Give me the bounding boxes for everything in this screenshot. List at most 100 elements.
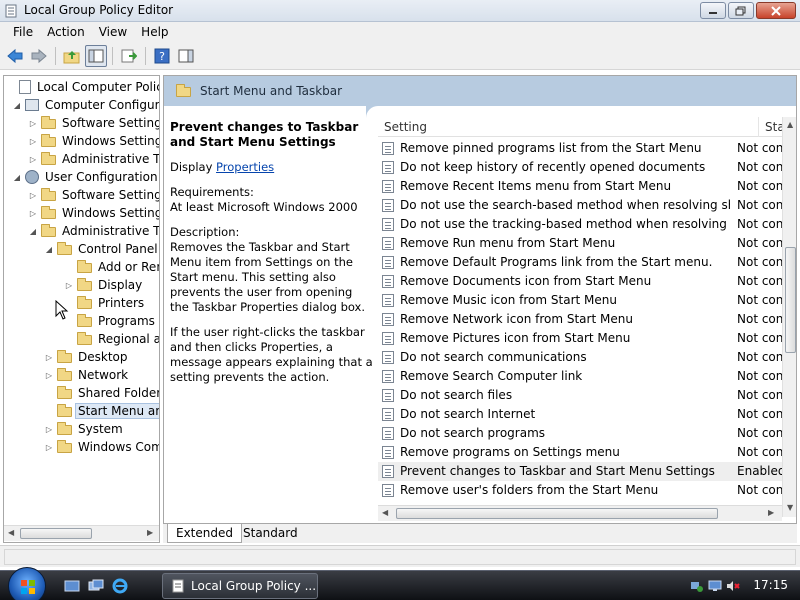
- setting-row[interactable]: Remove Pictures icon from Start Menu Not …: [378, 329, 782, 348]
- collapse-arrow-icon[interactable]: ◢: [12, 101, 22, 110]
- scroll-right-icon[interactable]: ▶: [147, 528, 153, 537]
- setting-row[interactable]: Do not keep history of recently opened d…: [378, 158, 782, 177]
- clock[interactable]: 17:15: [753, 578, 788, 592]
- tree-item[interactable]: ▷ Display: [64, 276, 144, 294]
- tree-item[interactable]: Start Menu and Taskbar: [44, 402, 159, 420]
- tree-item[interactable]: Shared Folders: [44, 384, 159, 402]
- setting-row[interactable]: Remove Recent Items menu from Start Menu…: [378, 177, 782, 196]
- taskbar-group-policy-button[interactable]: Local Group Policy ...: [162, 573, 318, 599]
- tree-item[interactable]: Local Computer Policy: [6, 78, 159, 96]
- menu-action[interactable]: Action: [40, 25, 92, 39]
- expand-arrow-icon[interactable]: ▷: [28, 209, 38, 218]
- setting-row[interactable]: Remove pinned programs list from the Sta…: [378, 139, 782, 158]
- tree-item[interactable]: Printers: [64, 294, 146, 312]
- setting-row[interactable]: Do not search communications Not configur…: [378, 348, 782, 367]
- tree-item-label: Display: [98, 278, 143, 292]
- tab-standard[interactable]: Standard: [235, 524, 306, 543]
- expand-arrow-icon[interactable]: ▷: [44, 443, 54, 452]
- column-header-setting[interactable]: Setting: [384, 120, 427, 134]
- tree-item[interactable]: ▷ Windows Components: [44, 438, 159, 456]
- scroll-left-icon[interactable]: ◀: [382, 508, 388, 517]
- scroll-thumb[interactable]: [785, 247, 796, 353]
- tree-item[interactable]: ▷ Desktop: [44, 348, 130, 366]
- setting-row[interactable]: Remove Network icon from Start Menu Not c…: [378, 310, 782, 329]
- tree-item[interactable]: ▷ Network: [44, 366, 130, 384]
- setting-row[interactable]: Do not search Internet Not configured: [378, 405, 782, 424]
- setting-state: Not configured: [737, 445, 782, 459]
- expand-arrow-icon[interactable]: ▷: [44, 425, 54, 434]
- tree-item[interactable]: Regional and Language Options: [64, 330, 159, 348]
- tree-item[interactable]: ▷ Windows Settings: [28, 204, 159, 222]
- tree-item[interactable]: ▷ Software Settings: [28, 114, 159, 132]
- column-separator[interactable]: [758, 117, 759, 137]
- up-folder-button[interactable]: [61, 45, 83, 67]
- maximize-button[interactable]: [728, 2, 754, 19]
- scroll-left-icon[interactable]: ◀: [8, 528, 14, 537]
- expand-arrow-icon[interactable]: ▷: [28, 137, 38, 146]
- setting-row[interactable]: Prevent changes to Taskbar and Start Men…: [378, 462, 782, 481]
- requirements-block: Requirements: At least Microsoft Windows…: [170, 185, 374, 215]
- back-button[interactable]: [4, 45, 26, 67]
- expand-arrow-icon[interactable]: ▷: [28, 119, 38, 128]
- start-button[interactable]: [8, 567, 46, 600]
- setting-name: Remove Default Programs link from the St…: [400, 255, 713, 269]
- volume-muted-icon[interactable]: [726, 579, 740, 593]
- collapse-arrow-icon[interactable]: ◢: [12, 173, 22, 182]
- collapse-arrow-icon[interactable]: ◢: [28, 227, 38, 236]
- menu-view[interactable]: View: [92, 25, 134, 39]
- show-desktop-icon[interactable]: [64, 578, 80, 594]
- tab-extended[interactable]: Extended: [167, 524, 242, 543]
- expand-arrow-icon[interactable]: ▷: [44, 353, 54, 362]
- help-button[interactable]: ?: [151, 45, 173, 67]
- scroll-down-icon[interactable]: ▼: [787, 503, 793, 512]
- tree-item[interactable]: Add or Remove Programs: [64, 258, 159, 276]
- monitor-icon[interactable]: [708, 579, 722, 593]
- setting-row[interactable]: Remove Default Programs link from the St…: [378, 253, 782, 272]
- tree-item[interactable]: Programs: [64, 312, 157, 330]
- scroll-right-icon[interactable]: ▶: [768, 508, 774, 517]
- setting-row[interactable]: Remove Documents icon from Start Menu Not…: [378, 272, 782, 291]
- tree-horizontal-scrollbar[interactable]: ◀ ▶: [4, 525, 159, 541]
- setting-row[interactable]: Remove user's folders from the Start Men…: [378, 481, 782, 500]
- setting-row[interactable]: Do not search files Not configured: [378, 386, 782, 405]
- close-button[interactable]: [756, 2, 796, 19]
- network-icon[interactable]: [690, 579, 704, 593]
- menu-file[interactable]: File: [6, 25, 40, 39]
- setting-row[interactable]: Do not search programs Not configured: [378, 424, 782, 443]
- export-list-button[interactable]: [118, 45, 140, 67]
- tree-item[interactable]: ◢ User Configuration: [12, 168, 159, 186]
- tree-item[interactable]: ◢ Administrative Templates: [28, 222, 159, 240]
- properties-link[interactable]: Properties: [216, 160, 274, 174]
- expand-arrow-icon[interactable]: ▷: [28, 191, 38, 200]
- folder-icon: [176, 84, 191, 97]
- menu-help[interactable]: Help: [134, 25, 175, 39]
- expand-arrow-icon[interactable]: ▷: [64, 281, 74, 290]
- switch-windows-icon[interactable]: [88, 578, 104, 594]
- show-hide-tree-button[interactable]: [85, 44, 107, 67]
- column-header-state[interactable]: State: [765, 120, 782, 134]
- scroll-up-icon[interactable]: ▲: [787, 120, 793, 129]
- setting-row[interactable]: Remove programs on Settings menu Not conf…: [378, 443, 782, 462]
- collapse-arrow-icon[interactable]: ◢: [44, 245, 54, 254]
- setting-row[interactable]: Remove Run menu from Start Menu Not confi…: [378, 234, 782, 253]
- show-hide-action-pane-button[interactable]: [175, 45, 197, 67]
- internet-explorer-icon[interactable]: [112, 578, 128, 594]
- tree-item[interactable]: ▷ Administrative Templates: [28, 150, 159, 168]
- setting-row[interactable]: Do not use the search-based method when …: [378, 196, 782, 215]
- setting-row[interactable]: Remove Search Computer link Not configure…: [378, 367, 782, 386]
- scroll-thumb[interactable]: [396, 508, 718, 519]
- expand-arrow-icon[interactable]: ▷: [44, 371, 54, 380]
- tree-item[interactable]: ◢ Control Panel: [44, 240, 159, 258]
- setting-row[interactable]: Remove Music icon from Start Menu Not con…: [378, 291, 782, 310]
- expand-arrow-icon[interactable]: ▷: [28, 155, 38, 164]
- forward-button[interactable]: [28, 45, 50, 67]
- tree-item[interactable]: ▷ Windows Settings: [28, 132, 159, 150]
- tree-item[interactable]: ▷ Software Settings: [28, 186, 159, 204]
- setting-row[interactable]: Do not use the tracking-based method whe…: [378, 215, 782, 234]
- list-horizontal-scrollbar[interactable]: ◀ ▶: [378, 505, 782, 521]
- minimize-button[interactable]: [700, 2, 726, 19]
- scroll-thumb[interactable]: [20, 528, 92, 539]
- tree-item[interactable]: ◢ Computer Configuration: [12, 96, 159, 114]
- list-vertical-scrollbar[interactable]: ▲ ▼: [782, 117, 796, 517]
- tree-item[interactable]: ▷ System: [44, 420, 125, 438]
